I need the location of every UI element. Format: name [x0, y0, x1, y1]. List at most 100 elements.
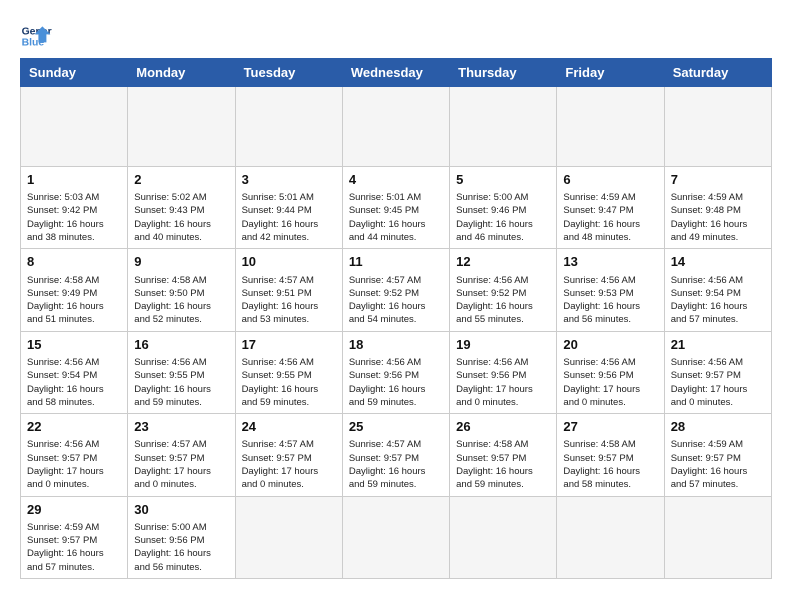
- day-info: and 59 minutes.: [349, 478, 443, 491]
- day-info: Sunset: 9:56 PM: [134, 534, 228, 547]
- day-info: Daylight: 16 hours: [349, 218, 443, 231]
- day-info: Sunset: 9:52 PM: [456, 287, 550, 300]
- week-row-0: [21, 87, 772, 167]
- day-number: 6: [563, 171, 657, 189]
- day-info: Sunset: 9:51 PM: [242, 287, 336, 300]
- calendar-cell: [450, 496, 557, 578]
- day-info: Sunset: 9:57 PM: [671, 369, 765, 382]
- calendar-table: SundayMondayTuesdayWednesdayThursdayFrid…: [20, 58, 772, 579]
- day-info: Sunrise: 4:56 AM: [563, 274, 657, 287]
- day-info: and 58 minutes.: [27, 396, 121, 409]
- day-info: Daylight: 16 hours: [563, 465, 657, 478]
- calendar-cell: [235, 87, 342, 167]
- day-number: 10: [242, 253, 336, 271]
- calendar-cell: [557, 496, 664, 578]
- calendar-cell: 20Sunrise: 4:56 AMSunset: 9:56 PMDayligh…: [557, 331, 664, 413]
- day-number: 9: [134, 253, 228, 271]
- day-info: Sunrise: 4:56 AM: [563, 356, 657, 369]
- day-info: Daylight: 16 hours: [27, 383, 121, 396]
- calendar-cell: 15Sunrise: 4:56 AMSunset: 9:54 PMDayligh…: [21, 331, 128, 413]
- day-info: and 58 minutes.: [563, 478, 657, 491]
- calendar-cell: 5Sunrise: 5:00 AMSunset: 9:46 PMDaylight…: [450, 167, 557, 249]
- day-info: Sunrise: 4:57 AM: [349, 438, 443, 451]
- calendar-cell: 11Sunrise: 4:57 AMSunset: 9:52 PMDayligh…: [342, 249, 449, 331]
- header-wednesday: Wednesday: [342, 59, 449, 87]
- day-info: Sunrise: 5:00 AM: [134, 521, 228, 534]
- day-info: Sunrise: 4:59 AM: [563, 191, 657, 204]
- calendar-cell: 9Sunrise: 4:58 AMSunset: 9:50 PMDaylight…: [128, 249, 235, 331]
- day-number: 7: [671, 171, 765, 189]
- day-info: and 38 minutes.: [27, 231, 121, 244]
- day-info: and 54 minutes.: [349, 313, 443, 326]
- day-info: Sunset: 9:52 PM: [349, 287, 443, 300]
- day-info: Sunset: 9:43 PM: [134, 204, 228, 217]
- header-monday: Monday: [128, 59, 235, 87]
- day-info: and 48 minutes.: [563, 231, 657, 244]
- calendar-cell: 10 Sunrise: 4:57 AMSunset: 9:51 PMDayligh…: [235, 249, 342, 331]
- day-number: 24: [242, 418, 336, 436]
- day-info: Sunrise: 4:58 AM: [563, 438, 657, 451]
- logo-icon: General Blue: [20, 20, 52, 52]
- day-info: Daylight: 16 hours: [671, 300, 765, 313]
- day-info: and 0 minutes.: [671, 396, 765, 409]
- day-info: Sunset: 9:57 PM: [563, 452, 657, 465]
- day-info: Sunset: 9:57 PM: [671, 452, 765, 465]
- day-info: Daylight: 16 hours: [27, 547, 121, 560]
- day-number: 14: [671, 253, 765, 271]
- week-row-3: 15Sunrise: 4:56 AMSunset: 9:54 PMDayligh…: [21, 331, 772, 413]
- calendar-cell: 4Sunrise: 5:01 AMSunset: 9:45 PMDaylight…: [342, 167, 449, 249]
- day-info: Sunset: 9:54 PM: [27, 369, 121, 382]
- day-number: 2: [134, 171, 228, 189]
- day-info: Sunset: 9:57 PM: [134, 452, 228, 465]
- day-info: Sunrise: 4:58 AM: [27, 274, 121, 287]
- day-info: and 0 minutes.: [456, 396, 550, 409]
- day-info: Daylight: 17 hours: [563, 383, 657, 396]
- calendar-cell: 1Sunrise: 5:03 AMSunset: 9:42 PMDaylight…: [21, 167, 128, 249]
- day-info: Sunrise: 4:56 AM: [27, 356, 121, 369]
- day-info: Sunrise: 4:56 AM: [456, 356, 550, 369]
- calendar-cell: 19Sunrise: 4:56 AMSunset: 9:56 PMDayligh…: [450, 331, 557, 413]
- day-info: Sunrise: 4:56 AM: [27, 438, 121, 451]
- day-info: Daylight: 16 hours: [242, 300, 336, 313]
- day-info: Sunrise: 4:59 AM: [671, 191, 765, 204]
- calendar-cell: 12Sunrise: 4:56 AMSunset: 9:52 PMDayligh…: [450, 249, 557, 331]
- calendar-cell: 17Sunrise: 4:56 AMSunset: 9:55 PMDayligh…: [235, 331, 342, 413]
- day-number: 28: [671, 418, 765, 436]
- day-number: 1: [27, 171, 121, 189]
- day-info: and 57 minutes.: [671, 313, 765, 326]
- calendar-cell: [450, 87, 557, 167]
- day-info: Sunset: 9:47 PM: [563, 204, 657, 217]
- day-info: Sunset: 9:57 PM: [27, 534, 121, 547]
- day-info: Sunrise: 4:56 AM: [349, 356, 443, 369]
- day-number: 25: [349, 418, 443, 436]
- day-info: Sunset: 9:57 PM: [27, 452, 121, 465]
- day-number: 30: [134, 501, 228, 519]
- calendar-cell: 23Sunrise: 4:57 AMSunset: 9:57 PMDayligh…: [128, 414, 235, 496]
- day-info: Daylight: 16 hours: [456, 300, 550, 313]
- day-info: and 0 minutes.: [563, 396, 657, 409]
- day-info: Sunrise: 4:58 AM: [456, 438, 550, 451]
- day-info: and 51 minutes.: [27, 313, 121, 326]
- day-info: Sunrise: 4:59 AM: [671, 438, 765, 451]
- day-info: Sunset: 9:50 PM: [134, 287, 228, 300]
- logo: General Blue: [20, 20, 56, 52]
- day-info: and 59 minutes.: [456, 478, 550, 491]
- header-saturday: Saturday: [664, 59, 771, 87]
- day-info: Sunrise: 5:01 AM: [349, 191, 443, 204]
- calendar-cell: 27Sunrise: 4:58 AMSunset: 9:57 PMDayligh…: [557, 414, 664, 496]
- day-info: Daylight: 16 hours: [27, 300, 121, 313]
- day-info: Daylight: 16 hours: [563, 218, 657, 231]
- day-info: Sunset: 9:57 PM: [456, 452, 550, 465]
- day-info: Sunrise: 4:57 AM: [242, 438, 336, 451]
- day-info: Sunrise: 4:57 AM: [242, 274, 336, 287]
- calendar-cell: 2Sunrise: 5:02 AMSunset: 9:43 PMDaylight…: [128, 167, 235, 249]
- day-info: and 59 minutes.: [134, 396, 228, 409]
- day-info: Daylight: 16 hours: [349, 383, 443, 396]
- day-info: Daylight: 17 hours: [242, 465, 336, 478]
- day-info: Sunset: 9:56 PM: [349, 369, 443, 382]
- day-number: 22: [27, 418, 121, 436]
- day-info: Daylight: 16 hours: [134, 218, 228, 231]
- day-info: Sunset: 9:44 PM: [242, 204, 336, 217]
- day-info: Sunrise: 4:56 AM: [134, 356, 228, 369]
- day-info: and 52 minutes.: [134, 313, 228, 326]
